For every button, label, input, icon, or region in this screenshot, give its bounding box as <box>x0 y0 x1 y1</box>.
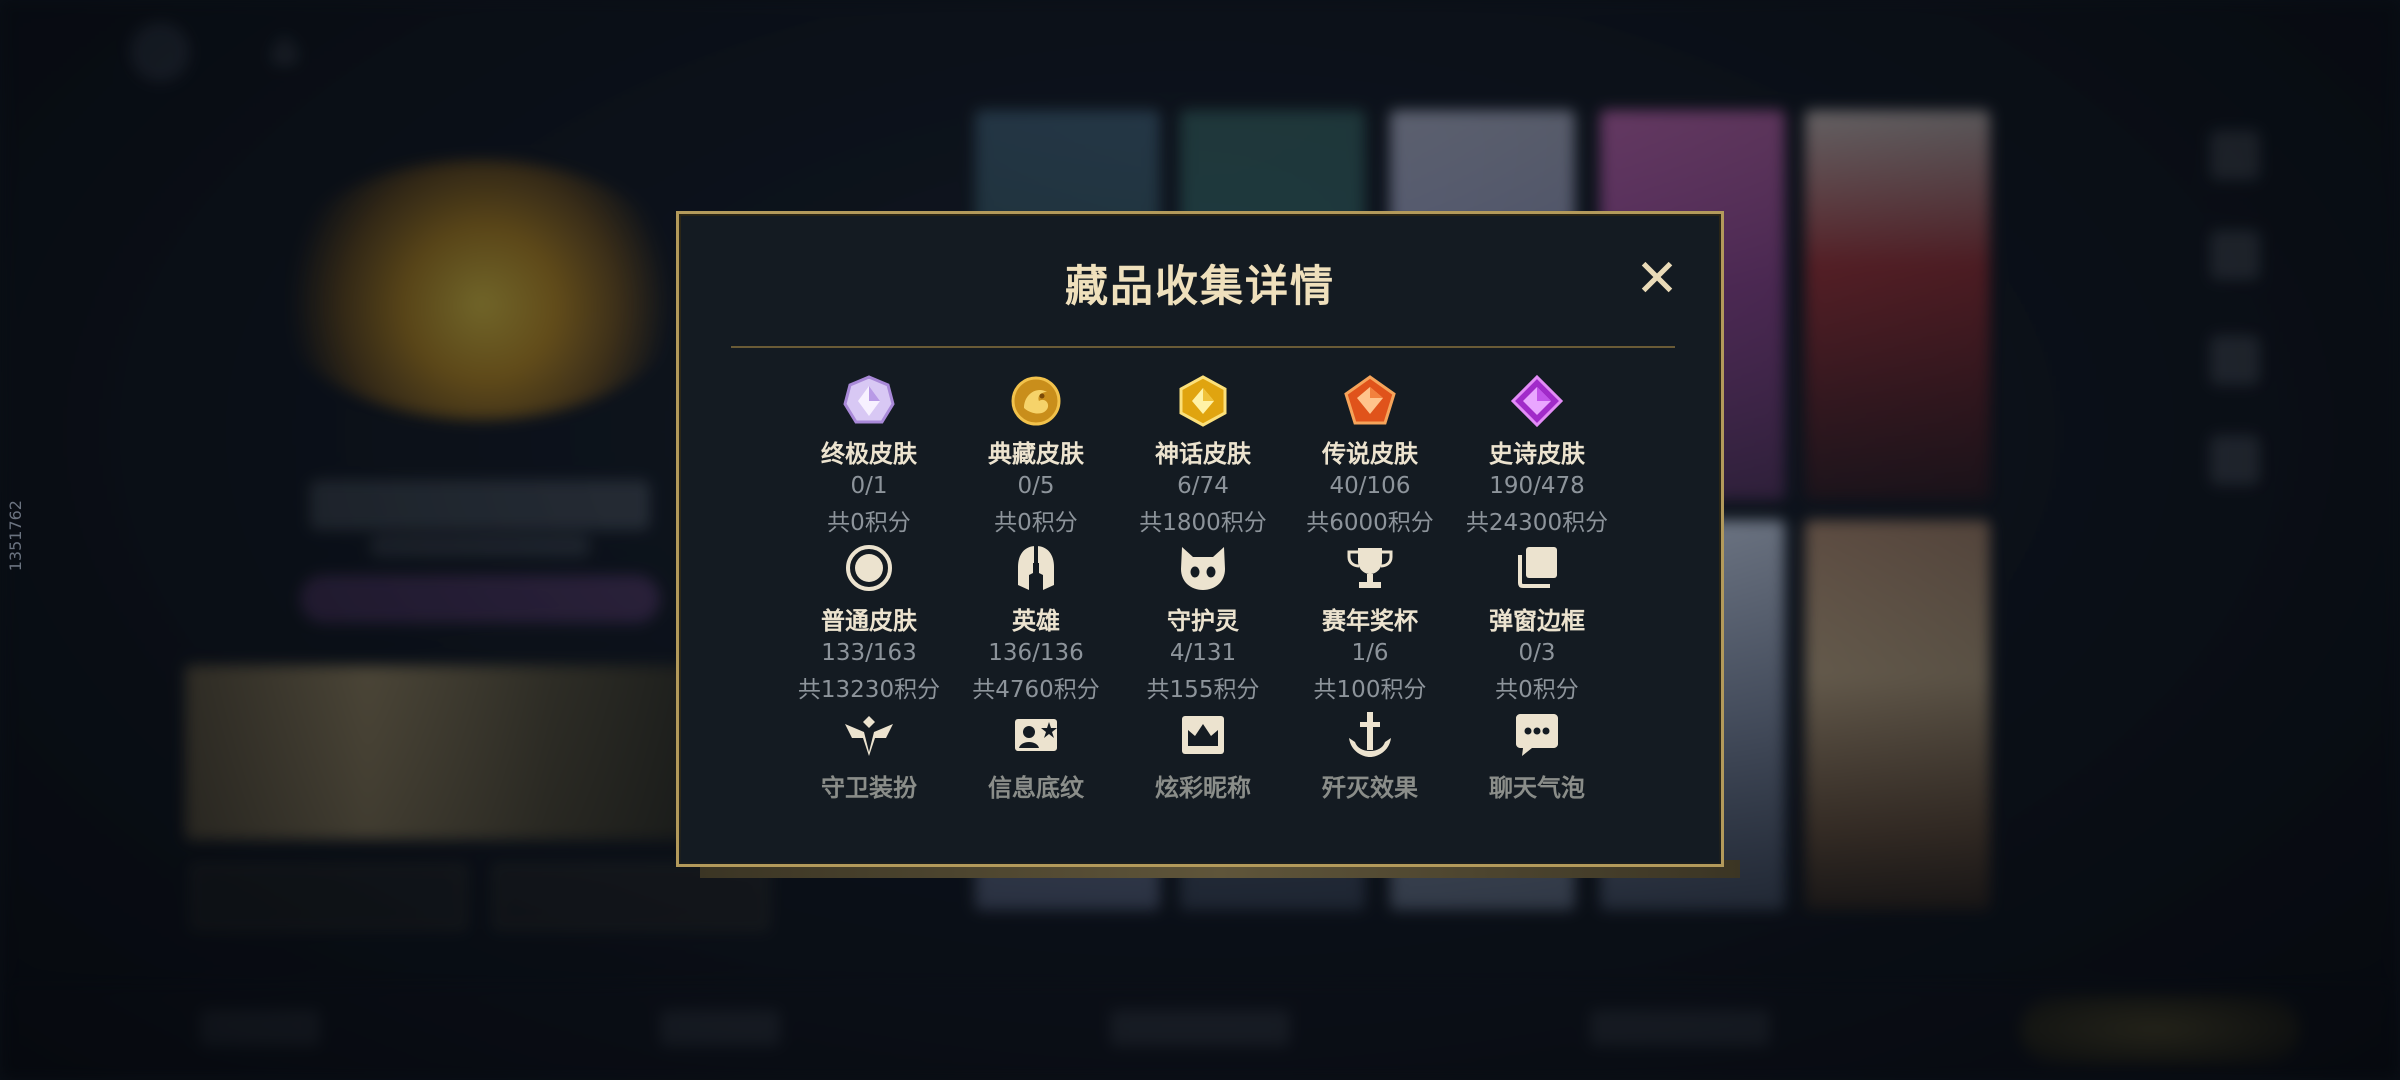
collection-item-epic-skin[interactable]: 史诗皮肤 190/478 共24300积分 <box>1453 374 1621 537</box>
collection-item-ultimate-skin[interactable]: 终极皮肤 0/1 共0积分 <box>785 374 953 537</box>
collection-item-annihilation-effect[interactable]: 歼灭效果 <box>1286 708 1454 803</box>
collection-item-mythic-skin[interactable]: 神话皮肤 6/74 共1800积分 <box>1119 374 1287 537</box>
collection-item-hero[interactable]: 英雄 136/136 共4760积分 <box>952 541 1120 704</box>
guardian-spirit-icon <box>1181 547 1225 590</box>
side-id-label: 1351762 <box>6 500 25 572</box>
annihilation-effect-icon <box>1349 712 1391 757</box>
collection-grid: 终极皮肤 0/1 共0积分 典藏皮肤 0/5 共0积分 神话皮肤 6/74 共1… <box>679 214 1721 864</box>
guard-outfit-icon <box>845 716 893 756</box>
common-skin-icon <box>846 545 892 591</box>
collection-item-season-trophy[interactable]: 赛年奖杯 1/6 共100积分 <box>1286 541 1454 704</box>
collection-item-dazzle-nickname[interactable]: 炫彩昵称 <box>1119 708 1287 803</box>
dazzle-nickname-icon <box>1182 716 1224 754</box>
collection-details-modal: 藏品收集详情 ✕ 终极皮肤 0/1 共0积分 典藏皮肤 0/5 共0积分 神话皮… <box>676 211 1724 867</box>
collection-item-guardian-spirit[interactable]: 守护灵 4/131 共155积分 <box>1119 541 1287 704</box>
hero-helmet-icon <box>1018 546 1054 590</box>
legendary-skin-icon <box>1344 375 1396 425</box>
collector-skin-icon <box>1011 376 1061 426</box>
ultimate-skin-icon <box>843 375 895 424</box>
chat-bubble-icon <box>1516 714 1558 756</box>
collection-item-collector-skin[interactable]: 典藏皮肤 0/5 共0积分 <box>952 374 1120 537</box>
info-pattern-icon <box>1015 719 1057 751</box>
collection-item-popup-frame[interactable]: 弹窗边框 0/3 共0积分 <box>1453 541 1621 704</box>
collection-item-common-skin[interactable]: 普通皮肤 133/163 共13230积分 <box>785 541 953 704</box>
season-trophy-icon <box>1347 548 1393 588</box>
mythic-skin-icon <box>1179 375 1227 427</box>
collection-item-chat-bubble[interactable]: 聊天气泡 <box>1453 708 1621 803</box>
collection-item-info-pattern[interactable]: 信息底纹 <box>952 708 1120 803</box>
epic-skin-icon <box>1510 374 1564 428</box>
collection-item-guard-outfit[interactable]: 守卫装扮 <box>785 708 953 803</box>
popup-frame-icon <box>1518 547 1557 588</box>
collection-item-legendary-skin[interactable]: 传说皮肤 40/106 共6000积分 <box>1286 374 1454 537</box>
